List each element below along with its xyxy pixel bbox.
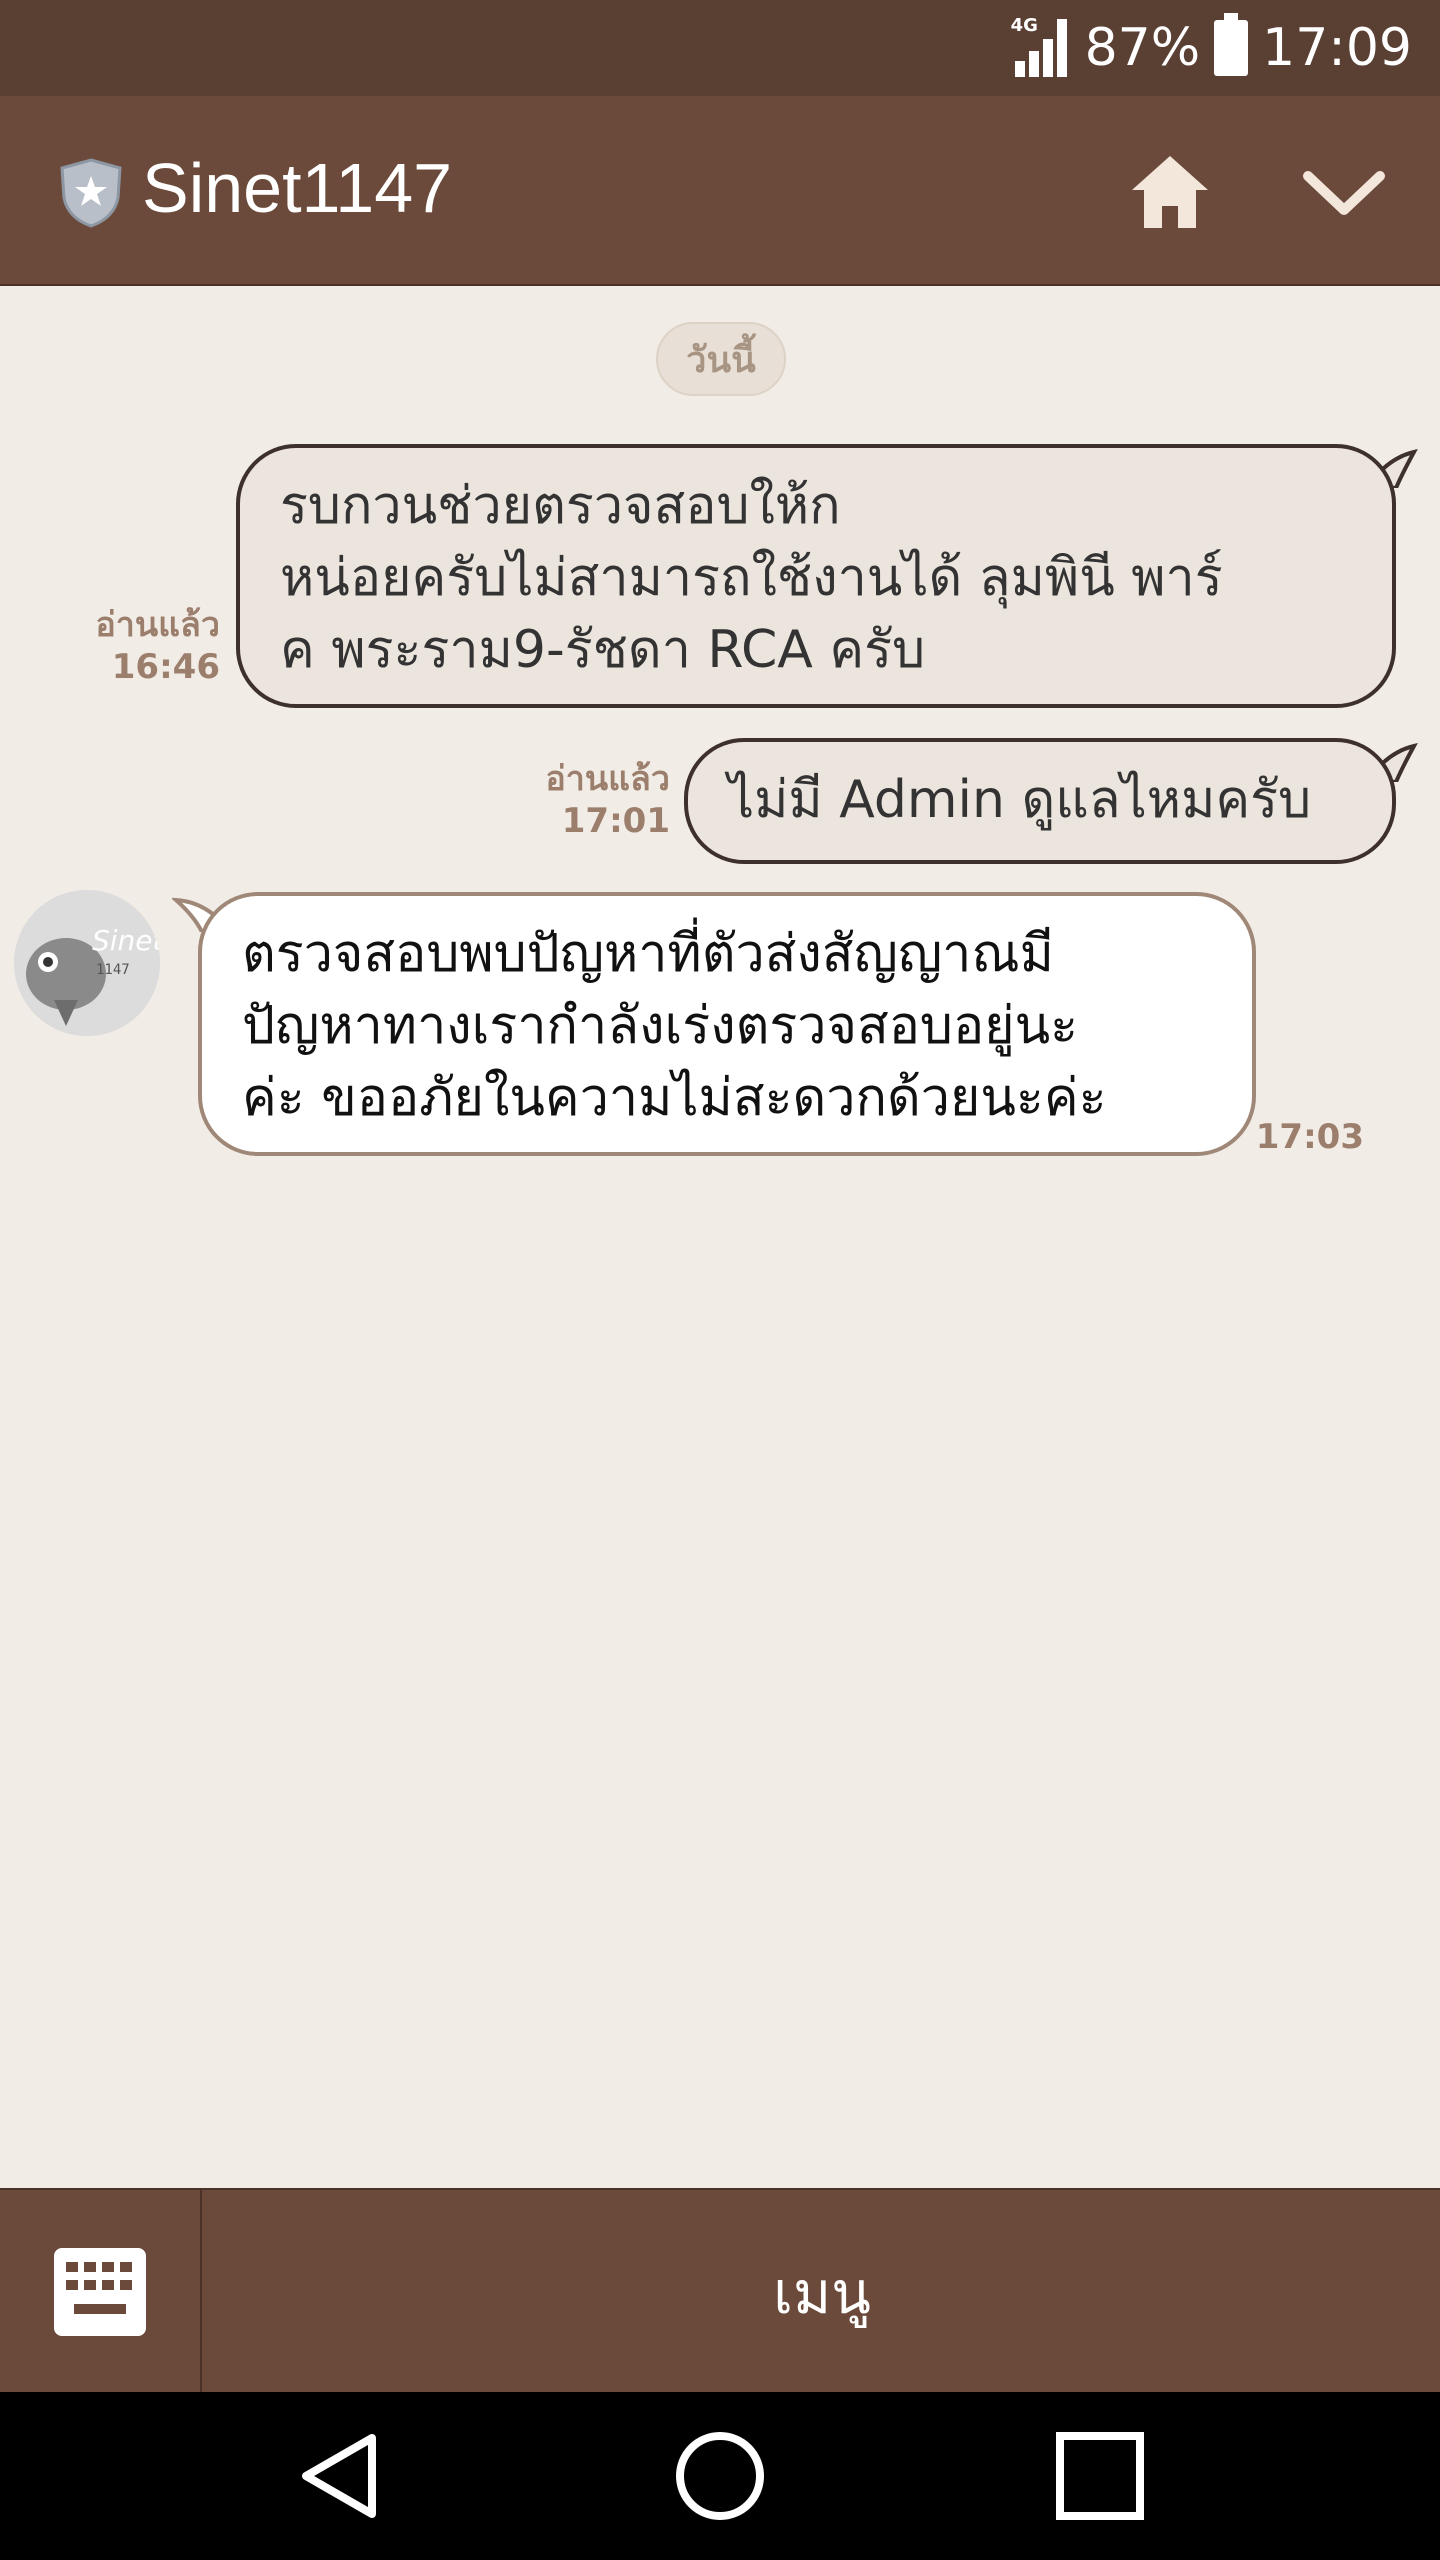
message-time: 17:01	[561, 801, 670, 841]
read-receipt: อ่านแล้ว	[95, 605, 220, 645]
battery-percent: 87%	[1084, 18, 1201, 78]
shield-star-icon	[60, 158, 122, 228]
chat-title[interactable]: Sinet1147	[142, 148, 452, 228]
sinet-logo: Sinet 1147	[14, 890, 160, 1036]
message-time: 16:46	[111, 647, 220, 687]
bottom-bar: เมนู	[0, 2188, 1440, 2394]
signal-icon: 4G	[1011, 15, 1071, 77]
svg-text:1147: 1147	[96, 962, 130, 978]
message-line: ค พระราม9-รัชดา RCA ครับ	[280, 620, 926, 680]
back-icon[interactable]	[290, 2426, 390, 2526]
clock: 17:09	[1262, 18, 1412, 78]
battery-icon	[1214, 13, 1249, 76]
message-line: ปัญหาทางเรากำลังเร่งตรวจสอบอยู่นะ	[242, 996, 1079, 1056]
home-circle-icon[interactable]	[670, 2426, 770, 2526]
keyboard-icon	[54, 2248, 146, 2336]
read-receipt: อ่านแล้ว	[545, 759, 670, 799]
message-time: 17:03	[1255, 1117, 1364, 1157]
keyboard-button[interactable]	[0, 2190, 202, 2394]
status-bar: 4G 87% 17:09	[0, 0, 1440, 96]
chevron-down-icon[interactable]	[1296, 144, 1392, 240]
message-line: ตรวจสอบพบปัญหาที่ตัวส่งสัญญาณมี	[242, 924, 1054, 984]
message-bubble-outgoing[interactable]: ไม่มี Admin ดูแลไหมครับ	[684, 738, 1396, 864]
avatar[interactable]: Sinet 1147	[14, 890, 160, 1036]
home-icon[interactable]	[1122, 144, 1218, 240]
message-meta: อ่านแล้ว 16:46	[40, 604, 220, 688]
message-line: รบกวนช่วยตรวจสอบให้ก	[280, 476, 841, 536]
message-bubble-incoming[interactable]: ตรวจสอบพบปัญหาที่ตัวส่งสัญญาณมี ปัญหาทาง…	[198, 892, 1256, 1156]
chat-area[interactable]: วันนี้ อ่านแล้ว 16:46 รบกวนช่วยตรวจสอบให…	[0, 288, 1440, 2188]
message-line: หน่อยครับไม่สามารถใช้งานได้ ลุมพินี พาร์	[280, 548, 1223, 608]
menu-button[interactable]: เมนู	[204, 2190, 1440, 2394]
svg-text:Sinet: Sinet	[92, 924, 160, 957]
system-nav-bar	[0, 2392, 1440, 2560]
message-meta: อ่านแล้ว 17:01	[480, 758, 670, 842]
message-bubble-outgoing[interactable]: รบกวนช่วยตรวจสอบให้ก หน่อยครับไม่สามารถใ…	[236, 444, 1396, 708]
message-line: ค่ะ ขออภัยในความไม่สะดวกด้วยนะค่ะ	[242, 1068, 1107, 1128]
message-line: ไม่มี Admin ดูแลไหมครับ	[728, 770, 1312, 830]
recents-icon[interactable]	[1050, 2426, 1150, 2526]
chat-header: Sinet1147	[0, 96, 1440, 286]
date-separator: วันนี้	[656, 322, 786, 396]
